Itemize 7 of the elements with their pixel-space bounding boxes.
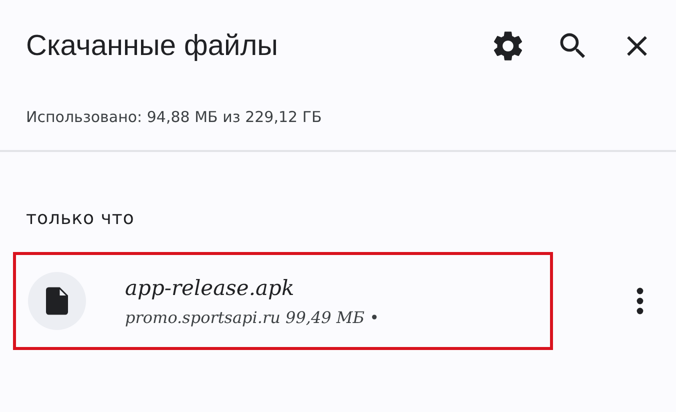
section-heading: только что — [25, 207, 136, 230]
page-title: Скачанные файлы — [26, 30, 278, 62]
more-options-icon[interactable] — [636, 287, 644, 315]
storage-usage: Использовано: 94,88 МБ из 229,12 ГБ — [25, 107, 323, 128]
file-details: promo.sportsapi.ru 99,49 МБ • — [125, 308, 380, 326]
file-name: app-release.apk — [125, 276, 296, 300]
download-item[interactable]: app-release.apk promo.sportsapi.ru 99,49 МБ • — [13, 252, 553, 350]
